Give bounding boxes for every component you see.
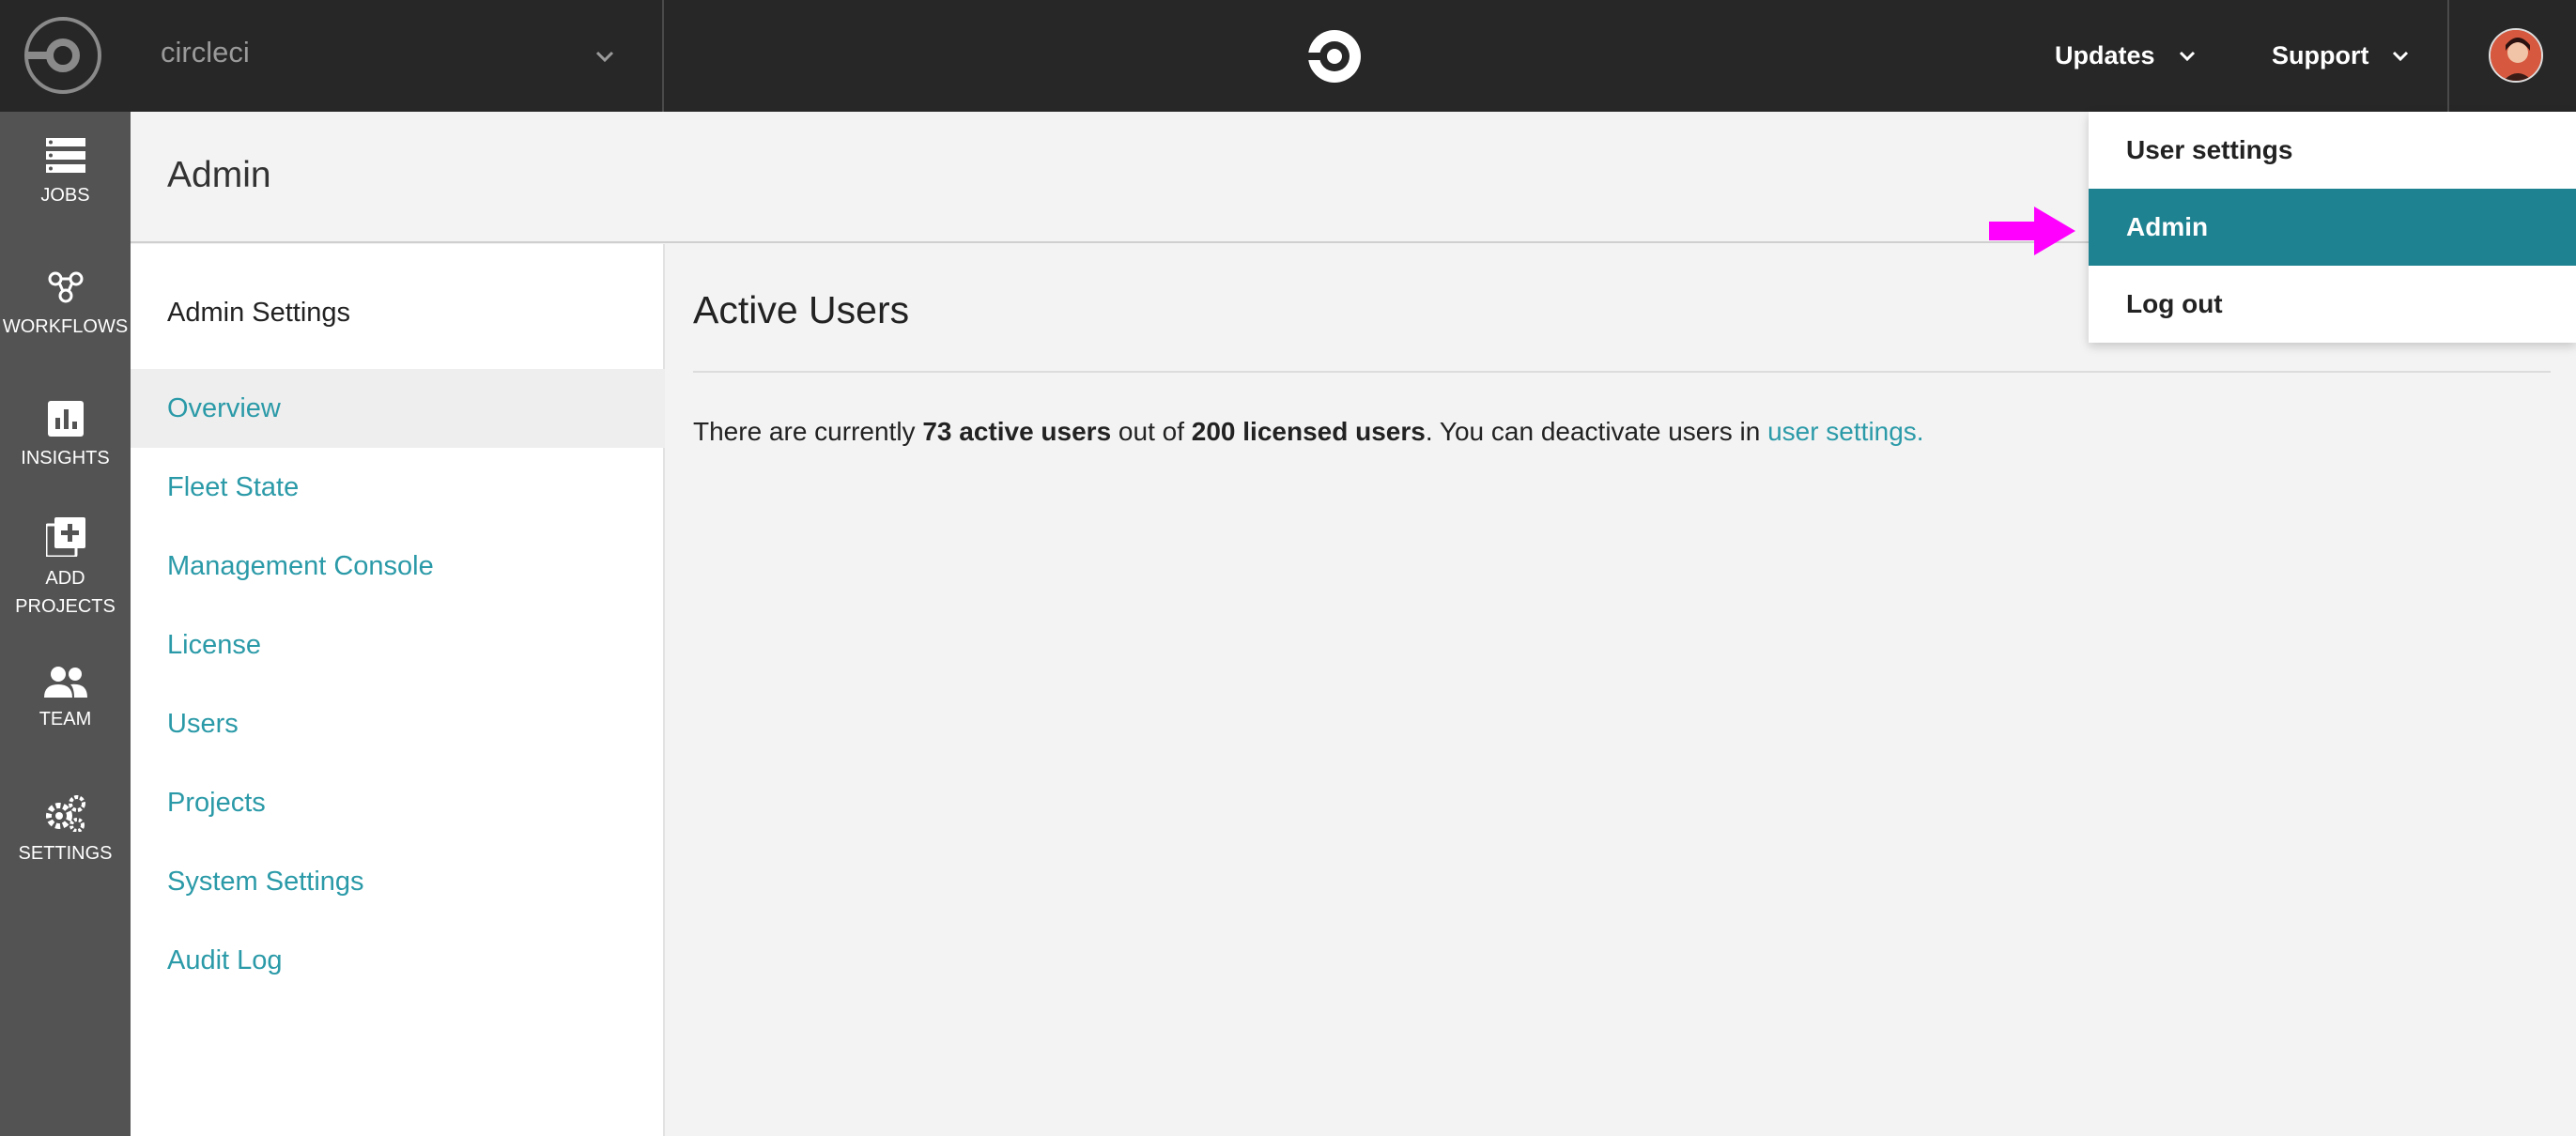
admin-settings-sidebar: Admin Settings Overview Fleet State Mana… xyxy=(131,244,665,1136)
active-users-summary: There are currently 73 active users out … xyxy=(693,417,1924,447)
nav-item-add-projects[interactable]: ADD PROJECTS xyxy=(0,517,131,621)
page-title: Admin xyxy=(167,155,271,195)
avatar[interactable] xyxy=(2489,28,2543,83)
main-content: Active Users There are currently 73 acti… xyxy=(665,244,2576,1136)
settings-link-management-console[interactable]: Management Console xyxy=(131,527,665,606)
user-dropdown-menu: User settings Admin Log out xyxy=(2089,112,2576,343)
settings-link-projects[interactable]: Projects xyxy=(131,763,665,842)
summary-prefix: There are currently xyxy=(693,417,923,446)
circleci-center-logo-icon[interactable] xyxy=(1306,28,1363,84)
settings-link-system-settings[interactable]: System Settings xyxy=(131,842,665,921)
chevron-down-icon xyxy=(2179,51,2195,61)
annotation-arrow-icon xyxy=(1989,207,2075,255)
menu-item-user-settings[interactable]: User settings xyxy=(2089,112,2576,189)
org-switcher[interactable]: circleci xyxy=(131,0,664,112)
nav-label-workflows: WORKFLOWS xyxy=(2,316,129,337)
settings-link-overview[interactable]: Overview xyxy=(131,369,665,448)
licensed-users-count: 200 licensed users xyxy=(1191,417,1426,446)
summary-mid: out of xyxy=(1111,417,1192,446)
menu-item-admin[interactable]: Admin xyxy=(2089,189,2576,266)
insights-icon xyxy=(47,401,84,437)
chevron-down-icon xyxy=(595,51,614,63)
updates-menu[interactable]: Updates xyxy=(2055,0,2198,112)
nav-label-insights: INSIGHTS xyxy=(21,448,110,468)
updates-label: Updates xyxy=(2055,41,2155,69)
nav-label-projects: PROJECTS xyxy=(15,596,116,617)
nav-item-settings[interactable]: SETTINGS xyxy=(0,794,131,867)
menu-item-log-out[interactable]: Log out xyxy=(2089,266,2576,343)
nav-item-workflows[interactable]: WORKFLOWS xyxy=(0,269,131,341)
nav-item-jobs[interactable]: JOBS xyxy=(0,138,131,209)
section-title: Active Users xyxy=(693,288,910,331)
support-label: Support xyxy=(2272,41,2369,69)
avatar-image-icon xyxy=(2491,30,2541,81)
nav-item-team[interactable]: TEAM xyxy=(0,666,131,733)
settings-link-audit-log[interactable]: Audit Log xyxy=(131,921,665,1000)
nav-item-insights[interactable]: INSIGHTS xyxy=(0,401,131,472)
jobs-icon xyxy=(45,138,85,173)
chevron-down-icon xyxy=(2393,51,2409,61)
org-name: circleci xyxy=(161,36,250,69)
workflows-icon xyxy=(48,271,83,303)
settings-title: Admin Settings xyxy=(167,298,351,328)
left-nav: JOBS WORKFLOWS INSIGHTS ADD PROJECTS TEA… xyxy=(0,112,131,1136)
user-settings-link[interactable]: user settings. xyxy=(1767,417,1924,446)
summary-suffix: . You can deactivate users in xyxy=(1425,417,1768,446)
nav-label-settings: SETTINGS xyxy=(18,843,113,864)
settings-icon xyxy=(45,795,85,832)
add-projects-icon xyxy=(45,517,85,557)
nav-label-team: TEAM xyxy=(39,709,92,729)
settings-links: Overview Fleet State Management Console … xyxy=(131,369,665,1000)
settings-link-fleet-state[interactable]: Fleet State xyxy=(131,448,665,527)
top-bar: circleci Updates Support xyxy=(0,0,2576,112)
user-menu-trigger[interactable] xyxy=(2447,0,2576,112)
support-menu[interactable]: Support xyxy=(2272,0,2412,112)
nav-label-add: ADD xyxy=(45,568,85,589)
divider xyxy=(693,371,2551,373)
settings-link-users[interactable]: Users xyxy=(131,684,665,763)
circleci-logo-icon[interactable] xyxy=(24,17,101,94)
team-icon xyxy=(43,667,87,698)
nav-label-jobs: JOBS xyxy=(40,185,90,206)
settings-link-license[interactable]: License xyxy=(131,606,665,684)
active-users-count: 73 active users xyxy=(922,417,1112,446)
